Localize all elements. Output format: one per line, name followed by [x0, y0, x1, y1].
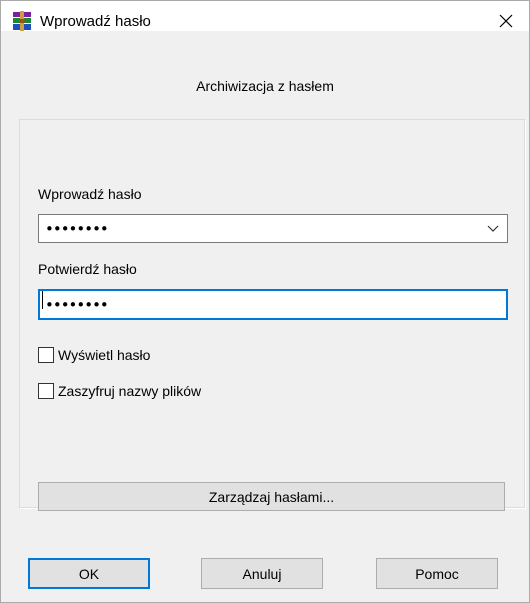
show-password-label: Wyświetl hasło: [58, 347, 151, 363]
dialog-subtitle: Archiwizacja z hasłem: [196, 78, 334, 94]
winrar-icon: [13, 11, 31, 31]
confirm-label: Potwierdź hasło: [38, 261, 137, 277]
password-value: ••••••••: [45, 220, 109, 238]
help-button[interactable]: Pomoc: [376, 558, 498, 589]
encrypt-names-option[interactable]: Zaszyfruj nazwy plików: [38, 382, 201, 400]
cancel-button[interactable]: Anuluj: [201, 558, 323, 589]
title-bar: Wprowadź hasło: [1, 1, 529, 31]
show-password-checkbox[interactable]: [38, 347, 54, 363]
encrypt-names-label: Zaszyfruj nazwy plików: [58, 383, 202, 399]
manage-passwords-button[interactable]: Zarządzaj hasłami...: [38, 482, 505, 511]
chevron-down-icon[interactable]: [487, 224, 499, 234]
show-password-option[interactable]: Wyświetl hasło: [38, 346, 150, 364]
encrypt-names-checkbox[interactable]: [38, 383, 54, 399]
window-title: Wprowadź hasło: [40, 13, 151, 30]
confirm-value: ••••••••: [45, 296, 109, 314]
confirm-password-field[interactable]: ••••••••: [38, 289, 508, 320]
password-dialog: Wprowadź hasło Archiwizacja z hasłem Wpr…: [0, 0, 530, 603]
ok-button[interactable]: OK: [28, 558, 150, 589]
close-icon: [499, 14, 513, 28]
password-combobox[interactable]: ••••••••: [38, 214, 508, 243]
close-button[interactable]: [483, 1, 529, 41]
text-caret: [42, 291, 43, 310]
password-label: Wprowadź hasło: [38, 186, 142, 202]
